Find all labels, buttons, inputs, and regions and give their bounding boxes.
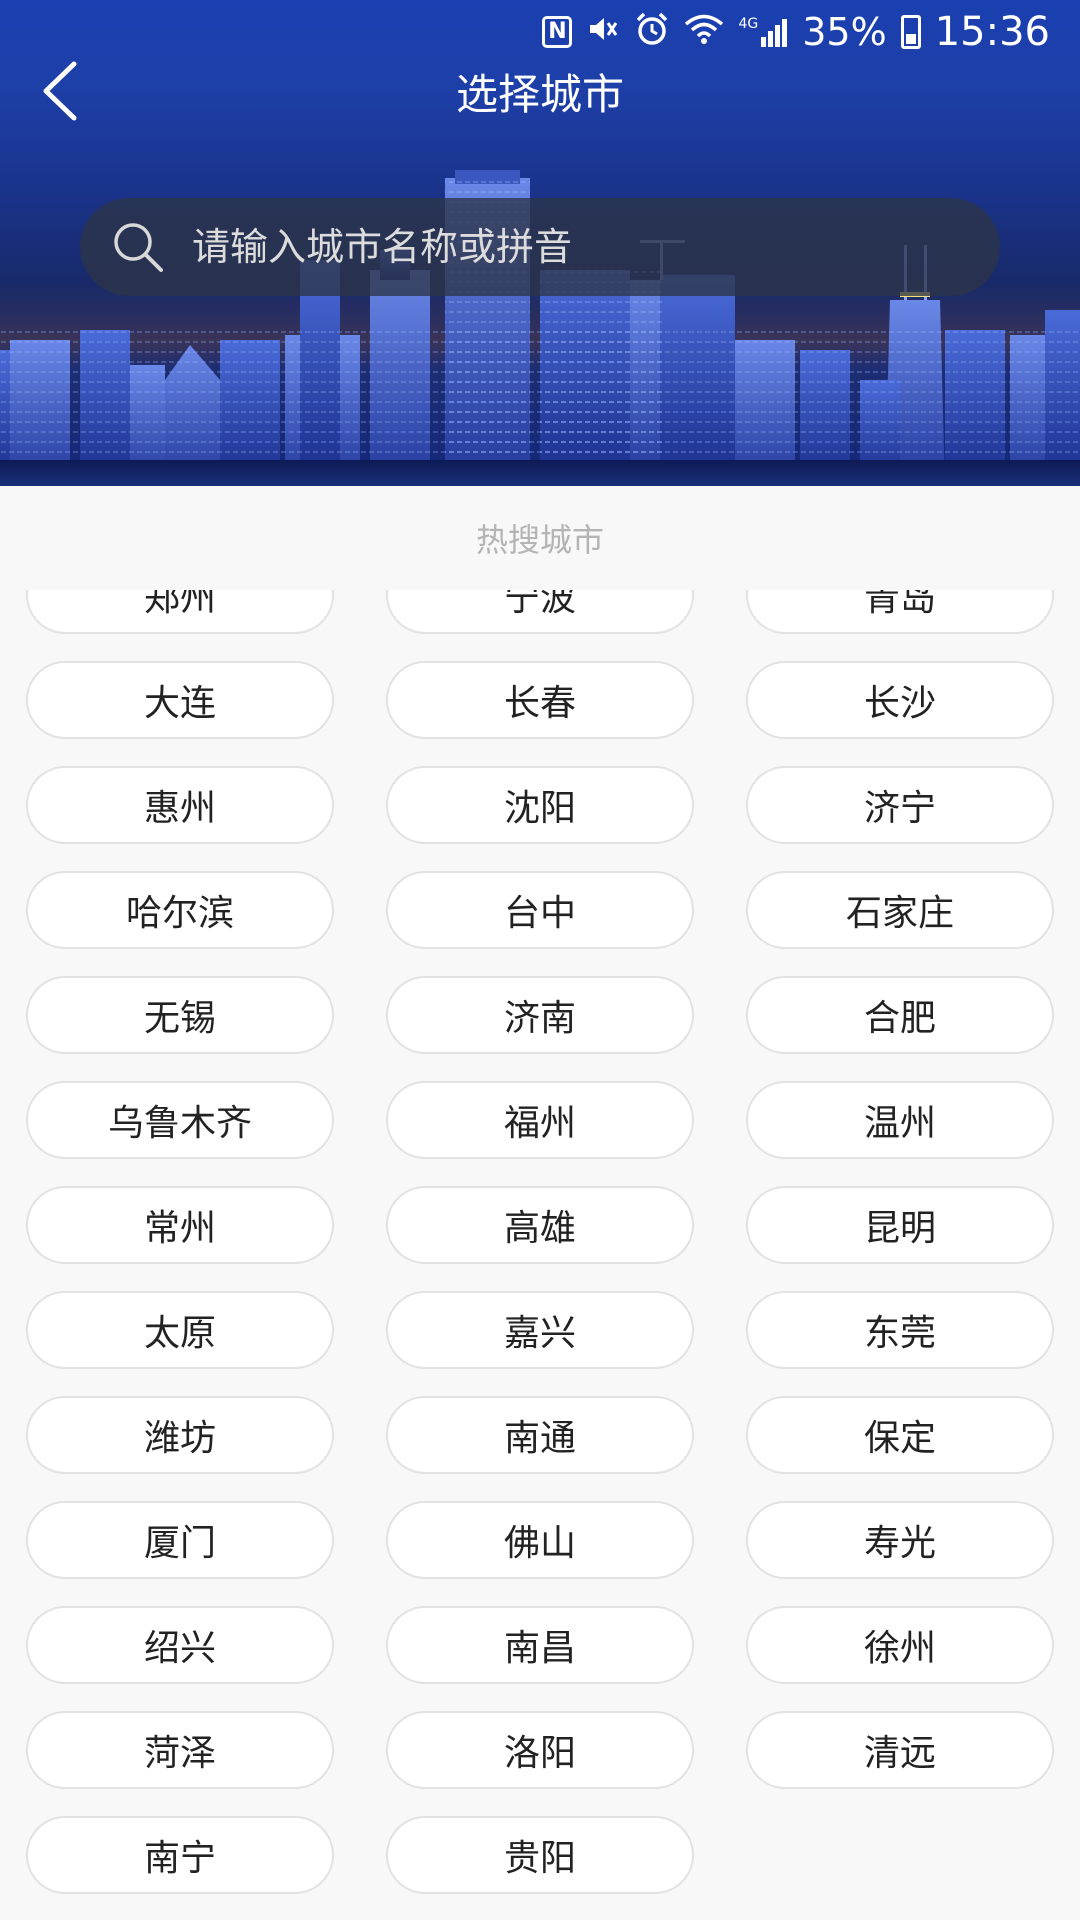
city-button[interactable]: 保定 bbox=[746, 1396, 1054, 1474]
search-icon bbox=[114, 223, 163, 272]
city-button[interactable]: 南宁 bbox=[26, 1816, 334, 1894]
city-button[interactable]: 佛山 bbox=[386, 1501, 694, 1579]
wifi-icon bbox=[684, 13, 724, 51]
city-button[interactable]: 乌鲁木齐 bbox=[26, 1081, 334, 1159]
city-button[interactable]: 清远 bbox=[746, 1711, 1054, 1789]
city-button[interactable]: 潍坊 bbox=[26, 1396, 334, 1474]
city-button[interactable]: 长春 bbox=[386, 661, 694, 739]
city-button[interactable]: 常州 bbox=[26, 1186, 334, 1264]
city-button[interactable]: 宁波 bbox=[386, 590, 694, 634]
city-button[interactable]: 大连 bbox=[26, 661, 334, 739]
status-time: 15:36 bbox=[934, 9, 1050, 55]
status-bar: N 4G 35% 15:36 bbox=[0, 0, 1080, 64]
city-button[interactable]: 济宁 bbox=[746, 766, 1054, 844]
city-button[interactable]: 菏泽 bbox=[26, 1711, 334, 1789]
battery-icon bbox=[900, 15, 921, 49]
waterfront bbox=[0, 460, 1080, 486]
city-button[interactable]: 惠州 bbox=[26, 766, 334, 844]
city-button[interactable]: 厦门 bbox=[26, 1501, 334, 1579]
city-button[interactable]: 台中 bbox=[386, 871, 694, 949]
search-input[interactable] bbox=[192, 225, 1000, 269]
city-button[interactable]: 福州 bbox=[386, 1081, 694, 1159]
city-button[interactable]: 东莞 bbox=[746, 1291, 1054, 1369]
alarm-icon bbox=[634, 11, 670, 53]
hot-cities-title: 热搜城市 bbox=[0, 486, 1080, 590]
city-button[interactable]: 寿光 bbox=[746, 1501, 1054, 1579]
city-button[interactable]: 合肥 bbox=[746, 976, 1054, 1054]
city-button[interactable]: 太原 bbox=[26, 1291, 334, 1369]
search-bar[interactable] bbox=[80, 198, 1000, 296]
city-button[interactable]: 哈尔滨 bbox=[26, 871, 334, 949]
city-button[interactable]: 贵阳 bbox=[386, 1816, 694, 1894]
city-button[interactable]: 嘉兴 bbox=[386, 1291, 694, 1369]
city-button[interactable]: 石家庄 bbox=[746, 871, 1054, 949]
city-button[interactable]: 南昌 bbox=[386, 1606, 694, 1684]
page-title: 选择城市 bbox=[455, 70, 624, 119]
city-button[interactable]: 沈阳 bbox=[386, 766, 694, 844]
signal-icon: 4G bbox=[738, 17, 788, 47]
city-button[interactable]: 无锡 bbox=[26, 976, 334, 1054]
vibrate-icon bbox=[586, 12, 620, 52]
battery-percent: 35% bbox=[802, 10, 887, 54]
city-button[interactable]: 昆明 bbox=[746, 1186, 1054, 1264]
city-button[interactable]: 济南 bbox=[386, 976, 694, 1054]
nfc-icon: N bbox=[542, 16, 573, 48]
city-button[interactable]: 长沙 bbox=[746, 661, 1054, 739]
city-button[interactable]: 南通 bbox=[386, 1396, 694, 1474]
city-button[interactable]: 徐州 bbox=[746, 1606, 1054, 1684]
city-button[interactable]: 高雄 bbox=[386, 1186, 694, 1264]
city-button[interactable]: 洛阳 bbox=[386, 1711, 694, 1789]
hot-cities-list[interactable]: 郑州 宁波 青岛大连 长春 长沙惠州 沈阳 济宁哈尔滨 台中 石家庄无锡 济南 合肥乌鲁木齐 福州 温州… bbox=[0, 590, 1080, 1920]
city-button[interactable]: 青岛 bbox=[746, 590, 1054, 634]
city-button[interactable]: 郑州 bbox=[26, 590, 334, 634]
city-grid: 郑州 宁波 青岛大连 长春 长沙惠州 沈阳 济宁哈尔滨 台中 石家庄无锡 济南 合肥乌鲁木齐 福州 温州… bbox=[26, 590, 1054, 1894]
city-button[interactable]: 绍兴 bbox=[26, 1606, 334, 1684]
city-button[interactable]: 温州 bbox=[746, 1081, 1054, 1159]
